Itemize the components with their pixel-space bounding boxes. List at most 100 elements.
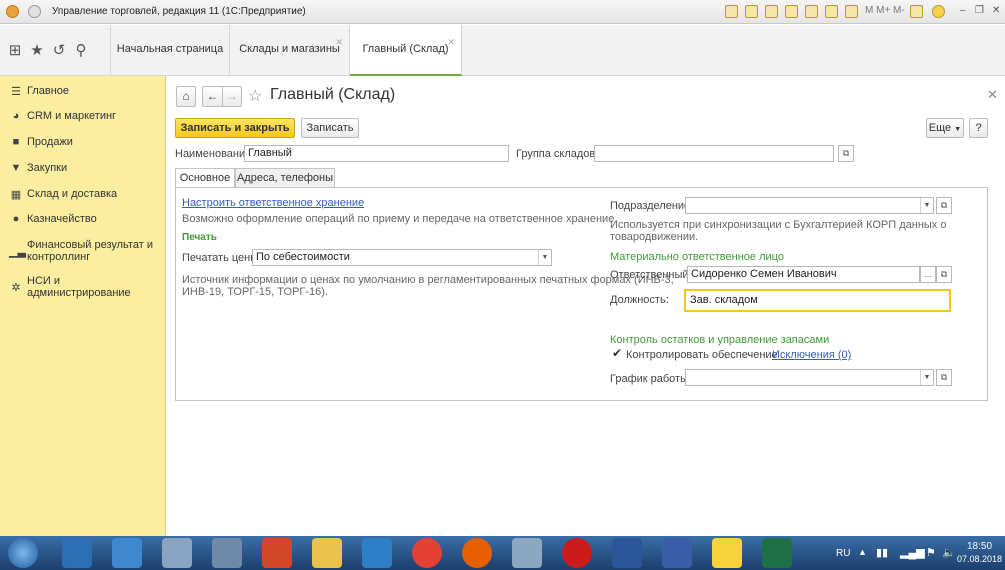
control-checkbox-label[interactable]: Контролировать обеспечение: [626, 349, 778, 361]
1c-icon[interactable]: [712, 538, 742, 568]
history-icon[interactable]: ↺: [50, 41, 68, 59]
open-responsible-button[interactable]: ⧉: [936, 266, 952, 283]
taskbar: RU ▲ ▮▮ ▂▄▆ ⚑ 🔈: [0, 536, 1005, 570]
volume-icon[interactable]: 🔈: [942, 546, 956, 559]
calc-icon[interactable]: [825, 5, 838, 18]
clock[interactable]: 18:50 07.08.2018: [957, 541, 1002, 565]
restore-icon[interactable]: ❐: [975, 5, 984, 16]
info-icon[interactable]: [932, 5, 945, 18]
star-icon[interactable]: [785, 5, 798, 18]
minimize-icon[interactable]: ‒: [960, 5, 966, 16]
sidebar-item-label: Финансовый результат и контроллинг: [27, 239, 153, 263]
doc-icon[interactable]: [725, 5, 738, 18]
clock-date: 07.08.2018: [957, 554, 1003, 564]
tab-addresses[interactable]: Адреса, телефоны: [235, 168, 335, 188]
app-icon[interactable]: [212, 538, 242, 568]
division-input[interactable]: ▼: [685, 197, 934, 214]
help-button[interactable]: ?: [969, 118, 988, 138]
schedule-input[interactable]: ▼: [685, 369, 934, 386]
save-button[interactable]: Записать: [301, 118, 359, 138]
tab-main-warehouse[interactable]: Главный (Склад) ✕: [350, 25, 462, 76]
tab-warehouses[interactable]: Склады и магазины ✕: [230, 25, 350, 76]
chrome-icon[interactable]: [412, 538, 442, 568]
app-icon[interactable]: [62, 538, 92, 568]
firefox-icon[interactable]: [462, 538, 492, 568]
forward-button[interactable]: →: [222, 86, 242, 107]
checkbox-checked-icon[interactable]: ✔: [612, 346, 622, 360]
group-input[interactable]: [594, 145, 834, 162]
start-button[interactable]: [8, 538, 38, 568]
doc-icon[interactable]: [805, 5, 818, 18]
close-tab-icon[interactable]: ✕: [335, 37, 343, 48]
signal-icon[interactable]: ▂▄▆: [900, 546, 925, 559]
open-icon: ⧉: [940, 269, 948, 279]
ie-icon[interactable]: [112, 538, 142, 568]
opera-icon[interactable]: [562, 538, 592, 568]
app-icon[interactable]: [362, 538, 392, 568]
favorite-star-icon[interactable]: ☆: [248, 86, 262, 106]
page-title: Главный (Склад): [270, 86, 396, 103]
select-responsible-button[interactable]: …: [920, 266, 936, 283]
save-icon[interactable]: [662, 538, 692, 568]
section-bar: ⊞ ★ ↺ ⚲ Начальная страница Склады и мага…: [0, 25, 1005, 76]
network-icon[interactable]: ▮▮: [876, 546, 888, 559]
window-title: Управление торговлей, редакция 11 (1С:Пр…: [52, 6, 306, 17]
powerpoint-icon[interactable]: [262, 538, 292, 568]
apps-grid-icon[interactable]: ⊞: [6, 41, 24, 59]
chevron-down-icon: ▼: [954, 126, 962, 133]
search-icon[interactable]: ⚲: [72, 41, 90, 59]
open-division-button[interactable]: ⧉: [936, 197, 952, 214]
memory-buttons[interactable]: M M+ M-: [865, 5, 905, 16]
mol-header: Материально ответственное лицо: [610, 251, 784, 263]
close-tab-icon[interactable]: ✕: [447, 37, 455, 48]
app-logo-icon[interactable]: [6, 5, 19, 18]
word-icon[interactable]: [612, 538, 642, 568]
chevron-down-icon[interactable]: ▼: [920, 198, 933, 213]
flag-icon[interactable]: ⚑: [926, 546, 936, 559]
home-button[interactable]: ⌂: [176, 86, 196, 107]
tab-label: Начальная страница: [116, 43, 224, 55]
name-label: Наименование:: [175, 148, 255, 160]
tab-main[interactable]: Основное: [175, 168, 235, 189]
chart-icon: ▁▃: [9, 246, 26, 258]
open-icon: ⧉: [940, 372, 948, 382]
tray-arrow-icon[interactable]: ▲: [858, 547, 867, 557]
schedule-label: График работы:: [610, 373, 692, 385]
arrow-left-icon: ←: [206, 89, 219, 103]
excel-icon[interactable]: [762, 538, 792, 568]
position-input[interactable]: Зав. складом: [684, 289, 951, 312]
close-form-icon[interactable]: ✕: [987, 87, 998, 103]
doc-icon[interactable]: [745, 5, 758, 18]
open-group-button[interactable]: ⧉: [838, 145, 854, 162]
sidebar: [0, 76, 166, 536]
tab-home[interactable]: Начальная страница: [110, 25, 230, 76]
chevron-down-icon[interactable]: ▼: [538, 250, 551, 265]
doc-icon[interactable]: [765, 5, 778, 18]
calendar-icon[interactable]: [845, 5, 858, 18]
language-indicator[interactable]: RU: [836, 548, 850, 559]
favorites-star-icon[interactable]: ★: [28, 41, 46, 59]
back-button[interactable]: ←: [202, 86, 222, 107]
sidebar-item-label: Продажи: [27, 136, 73, 148]
chevron-down-icon[interactable]: ▼: [920, 370, 933, 385]
window-icon[interactable]: [910, 5, 923, 18]
menu-circle-icon[interactable]: [28, 5, 41, 18]
select-value: По себестоимости: [256, 251, 350, 263]
print-price-select[interactable]: По себестоимости ▼: [252, 249, 552, 266]
save-and-close-button[interactable]: Записать и закрыть: [175, 118, 295, 138]
sidebar-item-label: Казначейство: [27, 213, 97, 225]
storage-setup-link[interactable]: Настроить ответственное хранение: [182, 197, 364, 209]
stock-header: Контроль остатков и управление запасами: [610, 334, 830, 346]
folder-icon[interactable]: [312, 538, 342, 568]
open-schedule-button[interactable]: ⧉: [936, 369, 952, 386]
more-button[interactable]: Еще ▼: [926, 118, 964, 138]
close-icon[interactable]: ✕: [992, 5, 1000, 16]
print-price-label: Печатать цены:: [182, 252, 262, 264]
app-icon[interactable]: [512, 538, 542, 568]
exceptions-link[interactable]: Исключения (0): [772, 349, 851, 361]
responsible-input[interactable]: Сидоренко Семен Иванович: [687, 266, 920, 283]
name-input[interactable]: Главный: [244, 145, 509, 162]
responsible-label: Ответственный:: [610, 269, 692, 281]
sidebar-item-label: Главное: [27, 85, 70, 97]
calc-icon[interactable]: [162, 538, 192, 568]
